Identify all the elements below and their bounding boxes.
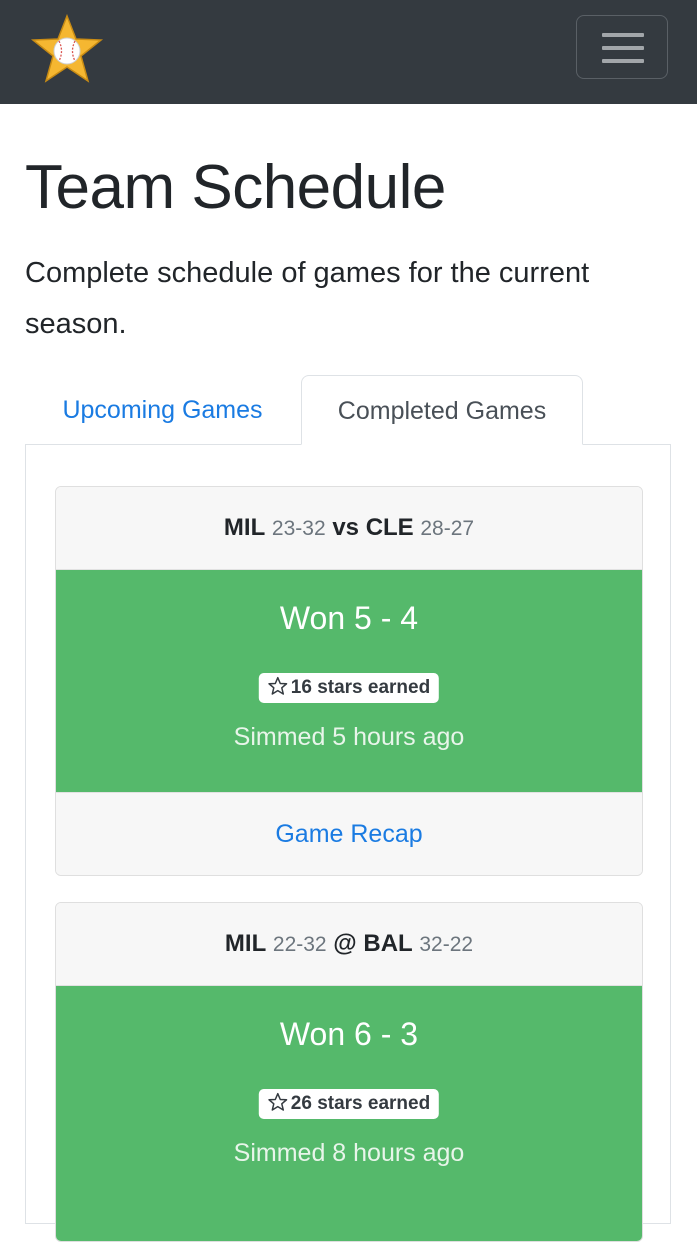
game-card: MIL 23-32 vs CLE 28-27 Won 5 - 4 16 star…	[55, 486, 643, 876]
star-outline-icon	[268, 1092, 288, 1111]
away-record: 32-22	[419, 933, 474, 956]
stars-earned: 16 stars earned	[290, 677, 431, 698]
away-team: CLE	[365, 514, 414, 541]
page-lead: Complete schedule of games for the curre…	[25, 257, 590, 340]
matchup-separator: vs	[332, 514, 360, 541]
matchup-separator: @	[333, 930, 357, 957]
stars-badge: 16 stars earned	[258, 673, 440, 703]
simmed-time: Simmed 8 hours ago	[233, 1139, 465, 1167]
tab-completed-games[interactable]: Completed Games	[301, 375, 583, 445]
game-matchup: MIL 22-32 @ BAL 32-22	[56, 903, 642, 986]
game-result: Won 5 - 4	[279, 600, 419, 636]
stars-badge: 26 stars earned	[258, 1089, 440, 1119]
home-team: MIL	[224, 930, 267, 957]
stars-earned: 26 stars earned	[290, 1093, 431, 1114]
baseball-star-icon[interactable]	[30, 14, 104, 84]
away-record: 28-27	[420, 517, 475, 540]
game-card-footer: Game Recap	[56, 792, 642, 875]
simmed-time: Simmed 5 hours ago	[233, 723, 465, 751]
navbar	[0, 0, 697, 104]
game-result-panel: Won 6 - 3 26 stars earned Simmed 8 hours…	[56, 986, 642, 1241]
home-record: 22-32	[272, 933, 327, 956]
away-team: BAL	[363, 930, 413, 957]
game-matchup: MIL 23-32 vs CLE 28-27	[56, 487, 642, 570]
hamburger-menu-icon[interactable]	[576, 15, 668, 79]
tab-upcoming-games[interactable]: Upcoming Games	[25, 375, 300, 445]
star-outline-icon	[268, 676, 288, 695]
game-card: MIL 22-32 @ BAL 32-22 Won 6 - 3 26 stars…	[55, 902, 643, 1242]
home-team: MIL	[223, 514, 266, 541]
home-record: 23-32	[271, 517, 326, 540]
game-result-panel: Won 5 - 4 16 stars earned Simmed 5 hours…	[56, 570, 642, 792]
game-result: Won 6 - 3	[279, 1016, 419, 1052]
schedule-tabs: Upcoming Games Completed Games	[25, 375, 671, 445]
page-title: Team Schedule	[25, 153, 446, 222]
game-recap-link[interactable]: Game Recap	[275, 820, 422, 848]
completed-games-pane: MIL 23-32 vs CLE 28-27 Won 5 - 4 16 star…	[25, 444, 671, 1242]
